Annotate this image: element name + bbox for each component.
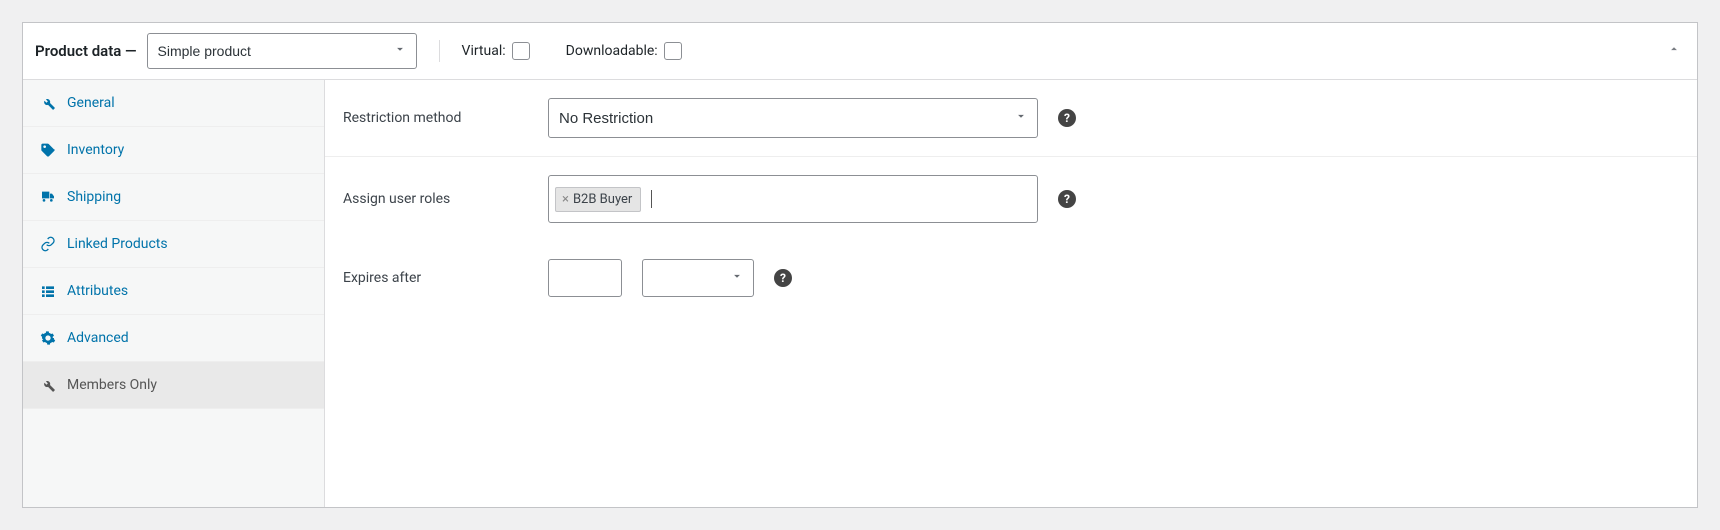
product-type-select[interactable]: Simple product <box>147 33 417 69</box>
restriction-method-select[interactable]: No Restriction <box>548 98 1038 138</box>
expires-after-label: Expires after <box>343 270 528 286</box>
expires-after-row: Expires after ? <box>325 241 1697 315</box>
tab-linked[interactable]: Linked Products <box>23 221 324 268</box>
downloadable-label: Downloadable: <box>566 43 658 59</box>
remove-chip-icon[interactable]: × <box>562 192 569 207</box>
product-data-tabs: General Inventory Shipping Linked Products A… <box>23 80 325 507</box>
product-type-select-wrap: Simple product <box>147 33 417 69</box>
tab-label: General <box>67 95 115 111</box>
tab-members[interactable]: Members Only <box>23 362 324 409</box>
virtual-label: Virtual: <box>462 43 506 59</box>
tab-link-members[interactable]: Members Only <box>23 362 324 408</box>
tab-link-linked[interactable]: Linked Products <box>23 221 324 267</box>
assign-user-roles-input[interactable]: × B2B Buyer <box>548 175 1038 223</box>
text-cursor <box>651 190 652 208</box>
role-chip-label: B2B Buyer <box>573 192 632 207</box>
help-icon[interactable]: ? <box>1058 109 1076 127</box>
panel-body: General Inventory Shipping Linked Products A… <box>23 80 1697 507</box>
tag-icon <box>39 141 57 159</box>
tab-shipping[interactable]: Shipping <box>23 174 324 221</box>
tab-link-advanced[interactable]: Advanced <box>23 315 324 361</box>
tab-advanced[interactable]: Advanced <box>23 315 324 362</box>
tab-label: Members Only <box>67 377 157 393</box>
role-chip: × B2B Buyer <box>555 187 641 212</box>
restriction-method-label: Restriction method <box>343 110 528 126</box>
assign-user-roles-row: Assign user roles × B2B Buyer ? <box>325 157 1697 241</box>
collapse-toggle-icon[interactable] <box>1667 42 1681 60</box>
assign-user-roles-label: Assign user roles <box>343 191 528 207</box>
downloadable-checkbox-group[interactable]: Downloadable: <box>566 42 682 60</box>
truck-icon <box>39 188 57 206</box>
wrench-icon <box>39 94 57 112</box>
tab-general[interactable]: General <box>23 80 324 127</box>
panel-title: Product data — <box>35 42 137 60</box>
restriction-method-row: Restriction method No Restriction ? <box>325 80 1697 157</box>
tab-label: Attributes <box>67 283 128 299</box>
list-icon <box>39 282 57 300</box>
tab-inventory[interactable]: Inventory <box>23 127 324 174</box>
downloadable-checkbox[interactable] <box>664 42 682 60</box>
link-icon <box>39 235 57 253</box>
tab-label: Inventory <box>67 142 124 158</box>
tab-attributes[interactable]: Attributes <box>23 268 324 315</box>
expires-unit-select[interactable] <box>642 259 754 297</box>
expires-unit-wrap <box>642 259 754 297</box>
help-icon[interactable]: ? <box>1058 190 1076 208</box>
tab-link-shipping[interactable]: Shipping <box>23 174 324 220</box>
wrench-icon <box>39 376 57 394</box>
tab-link-general[interactable]: General <box>23 80 324 126</box>
expires-value-input[interactable] <box>548 259 622 297</box>
help-icon[interactable]: ? <box>774 269 792 287</box>
panel-header: Product data — Simple product Virtual: D… <box>23 23 1697 80</box>
tab-label: Advanced <box>67 330 129 346</box>
gear-icon <box>39 329 57 347</box>
tab-label: Linked Products <box>67 236 168 252</box>
virtual-checkbox-group[interactable]: Virtual: <box>462 42 530 60</box>
separator <box>439 40 440 62</box>
tab-link-attributes[interactable]: Attributes <box>23 268 324 314</box>
product-data-panel: Product data — Simple product Virtual: D… <box>22 22 1698 508</box>
restriction-select-wrap: No Restriction <box>548 98 1038 138</box>
virtual-checkbox[interactable] <box>512 42 530 60</box>
tab-label: Shipping <box>67 189 121 205</box>
tab-link-inventory[interactable]: Inventory <box>23 127 324 173</box>
tab-content-members-only: Restriction method No Restriction ? Assi… <box>325 80 1697 507</box>
